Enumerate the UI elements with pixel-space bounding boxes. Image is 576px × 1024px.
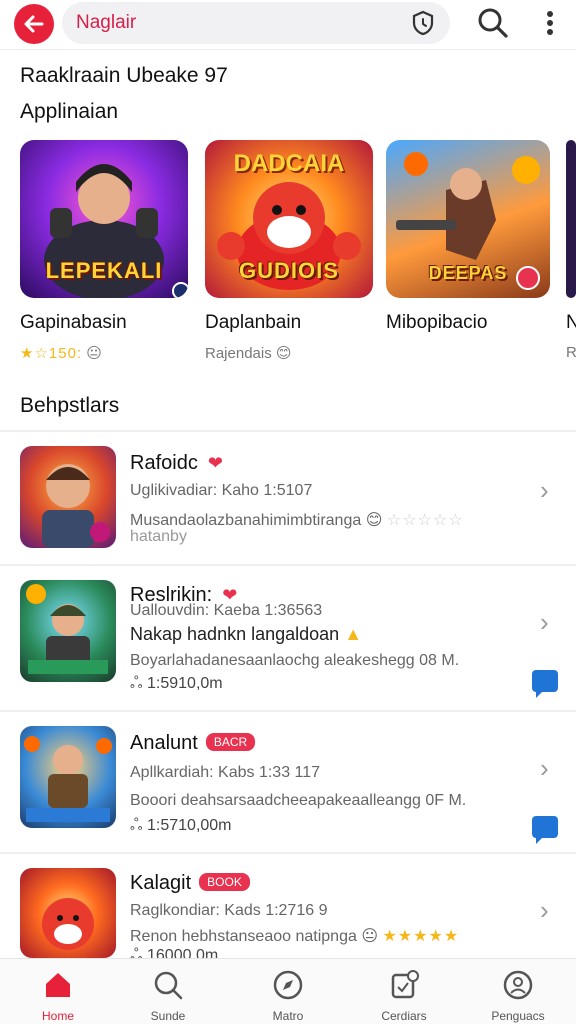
arrow-left-icon <box>24 15 44 33</box>
chevron-right-icon: › <box>540 475 549 505</box>
app-desc: Booori deahsarsaadcheeapakeaalleangg 0F … <box>130 792 467 809</box>
app-icon <box>20 580 116 682</box>
nav-cards[interactable]: Cerdiars <box>354 967 454 1023</box>
chat-icon[interactable] <box>532 670 558 698</box>
chevron-right-icon: › <box>540 895 549 925</box>
back-button[interactable] <box>14 4 54 44</box>
search-field[interactable]: Naglair <box>62 2 450 44</box>
status-badge: BACR <box>205 733 256 751</box>
search-query: Naglair <box>76 12 137 33</box>
bottom-navigation: Home Sunde Matro Cerdiars Penguacs <box>0 958 576 1024</box>
app-icon <box>20 446 116 548</box>
featured-card[interactable]: DADCAIA GUDIOIS Daplanbain Rajendais 😊 <box>205 140 373 362</box>
nav-search[interactable]: Sunde <box>118 967 218 1023</box>
verified-dot <box>172 282 188 298</box>
more-menu-button[interactable] <box>536 6 564 40</box>
search-icon <box>478 8 508 38</box>
list-item[interactable]: Rafoidc ❤ Uglikivadiar: Kaho 1:5107 Musan… <box>0 430 576 566</box>
nav-label: Cerdiars <box>381 1009 427 1023</box>
chevron-right-icon: › <box>540 607 549 637</box>
app-icon <box>20 726 116 828</box>
featured-art-title: LEPEKALI <box>45 258 163 283</box>
heart-icon: ❤ <box>207 453 223 473</box>
featured-art-title: GUDIOIS <box>239 258 339 283</box>
featured-art <box>566 140 576 298</box>
featured-sub: R <box>566 344 576 361</box>
featured-card[interactable]: LEPEKALI Gapinabasin ★☆150: 😐 <box>20 140 188 362</box>
featured-art: LEPEKALI <box>20 140 188 298</box>
search-button[interactable] <box>474 4 512 42</box>
home-icon <box>46 973 70 997</box>
notification-card-icon <box>391 970 419 999</box>
badge-dot <box>516 266 540 290</box>
list-item[interactable]: Analunt BACR Apllkardiah: Kabs 1:33 117 B… <box>0 712 576 852</box>
rating-stars: ☆☆☆☆☆ <box>386 512 464 529</box>
featured-name: Daplanbain <box>205 312 302 333</box>
app-stats: ஃ 1:5910,0m <box>130 675 223 692</box>
featured-name: N <box>566 312 576 333</box>
app-desc-extra: hatanby <box>130 528 187 545</box>
chevron-right-icon: › <box>540 753 549 783</box>
app-desc: Boyarlahadanesaanlaochg aleakeshegg 08 M… <box>130 652 460 669</box>
nav-label: Home <box>41 1009 74 1023</box>
list-item[interactable]: Kalagit BOOK Raglkondiar: Kads 1:2716 9 R… <box>0 854 576 964</box>
app-desc: Musandaolazbanahimimbtiranga 😊 ☆☆☆☆☆ <box>130 512 464 529</box>
chat-icon[interactable] <box>532 816 558 844</box>
app-subtitle: Nakap hadnkn langaldoan ▲ <box>130 624 363 644</box>
featured-card[interactable]: DEEPAS Mibopibacio <box>386 140 550 333</box>
featured-name: Mibopibacio <box>386 312 488 333</box>
bestsellers-section-title: Behpstlars <box>20 394 120 417</box>
featured-art-top: DADCAIA <box>233 150 345 177</box>
profile-icon <box>503 970 533 1000</box>
update-section-title: Raaklraain Ubeake 97 <box>20 64 228 87</box>
app-meta: Uallouvdin: Kaeba 1:36563 <box>130 602 323 619</box>
app-meta: Raglkondiar: Kads 1:2716 9 <box>130 902 328 919</box>
featured-carousel: LEPEKALI Gapinabasin ★☆150: 😐 DADCAIA GU… <box>0 140 576 370</box>
featured-name: Gapinabasin <box>20 312 127 333</box>
app-meta: Uglikivadiar: Kaho 1:5107 <box>130 482 313 499</box>
featured-card[interactable]: N R <box>566 140 576 361</box>
featured-sub: Rajendais 😊 <box>205 345 292 362</box>
app-title: Rafoidc ❤ <box>130 452 223 474</box>
app-desc: Renon hebhstanseaoo natipnga 😐 ★★★★★ <box>130 928 460 945</box>
featured-art: DEEPAS <box>386 140 550 298</box>
shield-icon <box>412 10 434 36</box>
app-meta: Apllkardiah: Kabs 1:33 117 <box>130 764 321 781</box>
search-icon <box>154 971 183 1000</box>
rating-stars: ★★★★★ <box>382 928 460 945</box>
nav-profile[interactable]: Penguacs <box>468 967 568 1023</box>
featured-sub: ★☆150: 😐 <box>20 345 102 362</box>
compass-icon <box>273 970 303 1000</box>
nav-label: Sunde <box>150 1009 186 1023</box>
more-vertical-icon <box>547 11 553 35</box>
app-icon <box>20 868 116 958</box>
status-badge: BOOK <box>199 873 250 891</box>
featured-art: DADCAIA GUDIOIS <box>205 140 373 298</box>
app-title: Kalagit BOOK <box>130 872 250 895</box>
app-stats: ஃ 1:5710,00m <box>130 817 232 834</box>
top-bar: Naglair <box>0 0 576 50</box>
nav-label: Matro <box>272 1009 304 1023</box>
applications-section-title: Applinaian <box>20 100 119 123</box>
nav-home[interactable]: Home <box>8 967 108 1023</box>
app-title: Analunt BACR <box>130 732 256 755</box>
shield-button[interactable] <box>408 8 438 38</box>
list-item[interactable]: Reslrikin: ❤ Uallouvdin: Kaeba 1:36563 Na… <box>0 566 576 710</box>
nav-label: Penguacs <box>491 1009 545 1023</box>
nav-explore[interactable]: Matro <box>238 967 338 1023</box>
